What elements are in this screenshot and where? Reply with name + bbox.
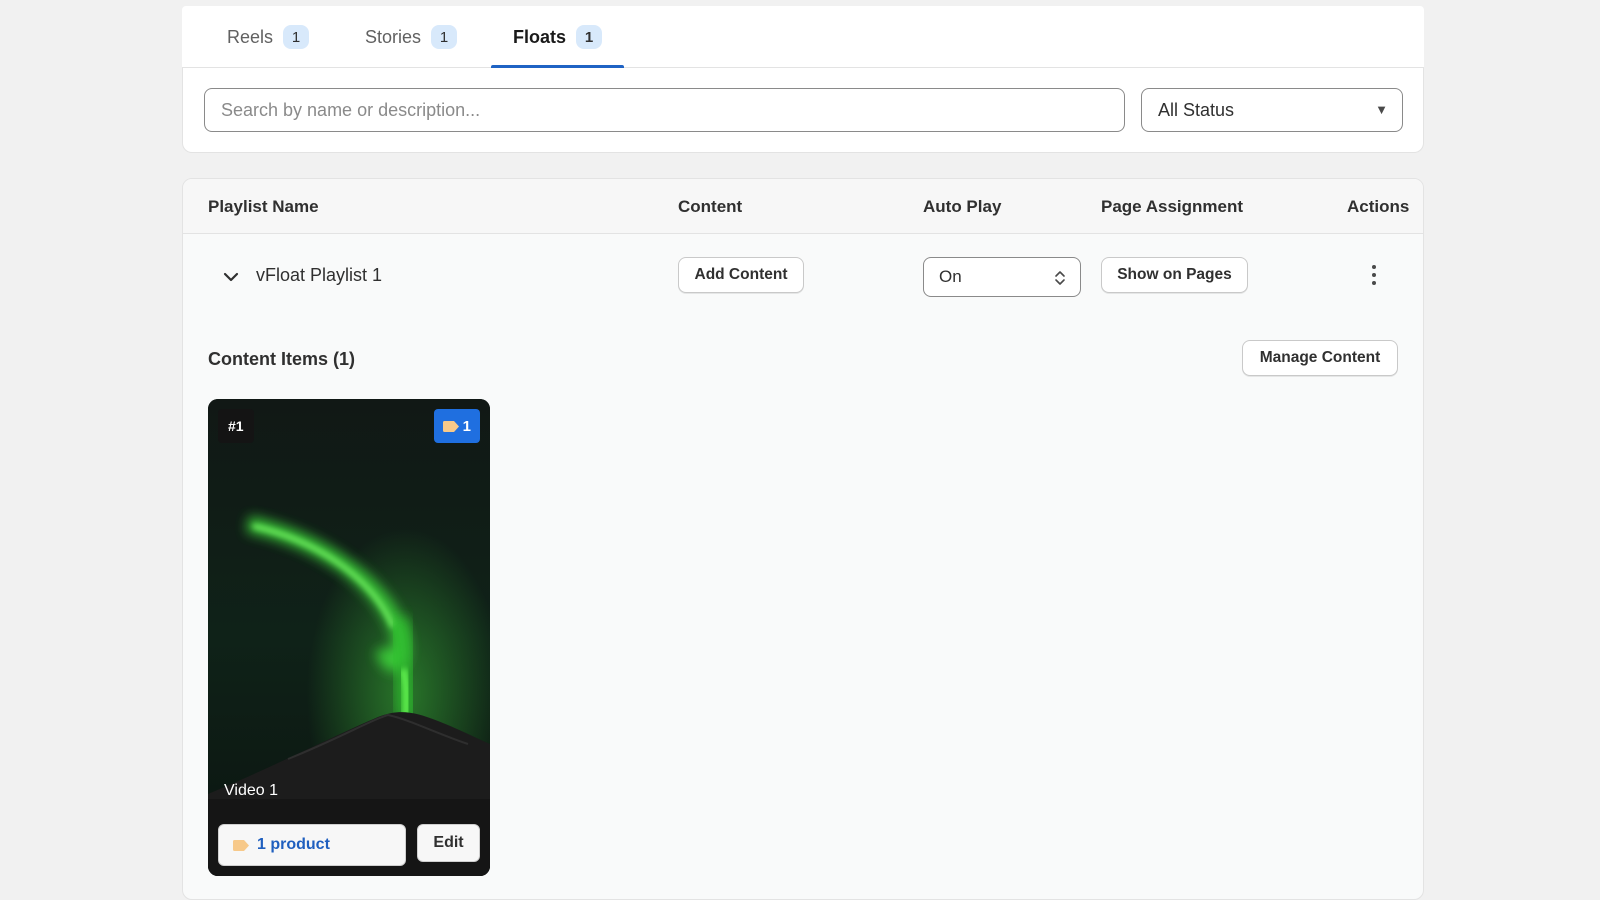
playlist-name: vFloat Playlist 1 [256, 265, 383, 285]
content-item-card[interactable]: #1 1 Video 1 1 product Edit [208, 399, 490, 876]
tab-label: Stories [365, 26, 422, 47]
content-items-title: Content Items (1) [208, 349, 356, 369]
header-playlist-name: Playlist Name [208, 197, 319, 216]
select-arrows-icon [1055, 271, 1065, 285]
product-count: 1 [462, 417, 471, 435]
edit-button[interactable]: Edit [417, 824, 480, 862]
auto-play-value: On [939, 267, 962, 286]
tab-floats[interactable]: Floats 1 [491, 6, 625, 69]
auto-play-select[interactable]: On [923, 257, 1081, 297]
chevron-down-icon[interactable] [223, 269, 239, 285]
header-auto-play: Auto Play [923, 197, 1002, 216]
tab-count-badge: 1 [431, 25, 458, 49]
manage-content-button[interactable]: Manage Content [1242, 340, 1398, 376]
products-label: 1 product [257, 836, 330, 853]
products-link[interactable]: 1 product [218, 824, 406, 866]
video-title: Video 1 [224, 782, 278, 799]
tabs-bar: Reels 1 Stories 1 Floats 1 [182, 6, 1424, 69]
tab-count-badge: 1 [283, 25, 310, 49]
add-content-button[interactable]: Add Content [678, 257, 804, 293]
tab-label: Floats [513, 26, 567, 47]
tag-icon [442, 420, 459, 432]
caret-down-icon: ▼ [1375, 102, 1388, 117]
more-vertical-icon[interactable] [1364, 261, 1384, 289]
header-content: Content [678, 197, 743, 216]
tab-stories[interactable]: Stories 1 [343, 6, 479, 68]
table-header: Playlist Name Content Auto Play Page Ass… [183, 179, 1423, 234]
position-badge: #1 [218, 409, 254, 443]
filter-bar: All Status ▼ [182, 68, 1424, 153]
video-thumbnail [208, 399, 490, 876]
tag-icon [233, 839, 249, 851]
tab-label: Reels [227, 26, 274, 47]
status-filter-value: All Status [1158, 99, 1235, 120]
tab-count-badge: 1 [576, 25, 603, 49]
show-on-pages-button[interactable]: Show on Pages [1101, 257, 1248, 293]
search-input[interactable] [204, 88, 1125, 132]
product-count-badge: 1 [433, 409, 480, 443]
playlist-table: Playlist Name Content Auto Play Page Ass… [182, 178, 1424, 900]
header-page-assignment: Page Assignment [1101, 197, 1244, 216]
tab-reels[interactable]: Reels 1 [205, 6, 331, 68]
status-filter-select[interactable]: All Status ▼ [1141, 88, 1403, 132]
header-actions: Actions [1347, 197, 1410, 216]
